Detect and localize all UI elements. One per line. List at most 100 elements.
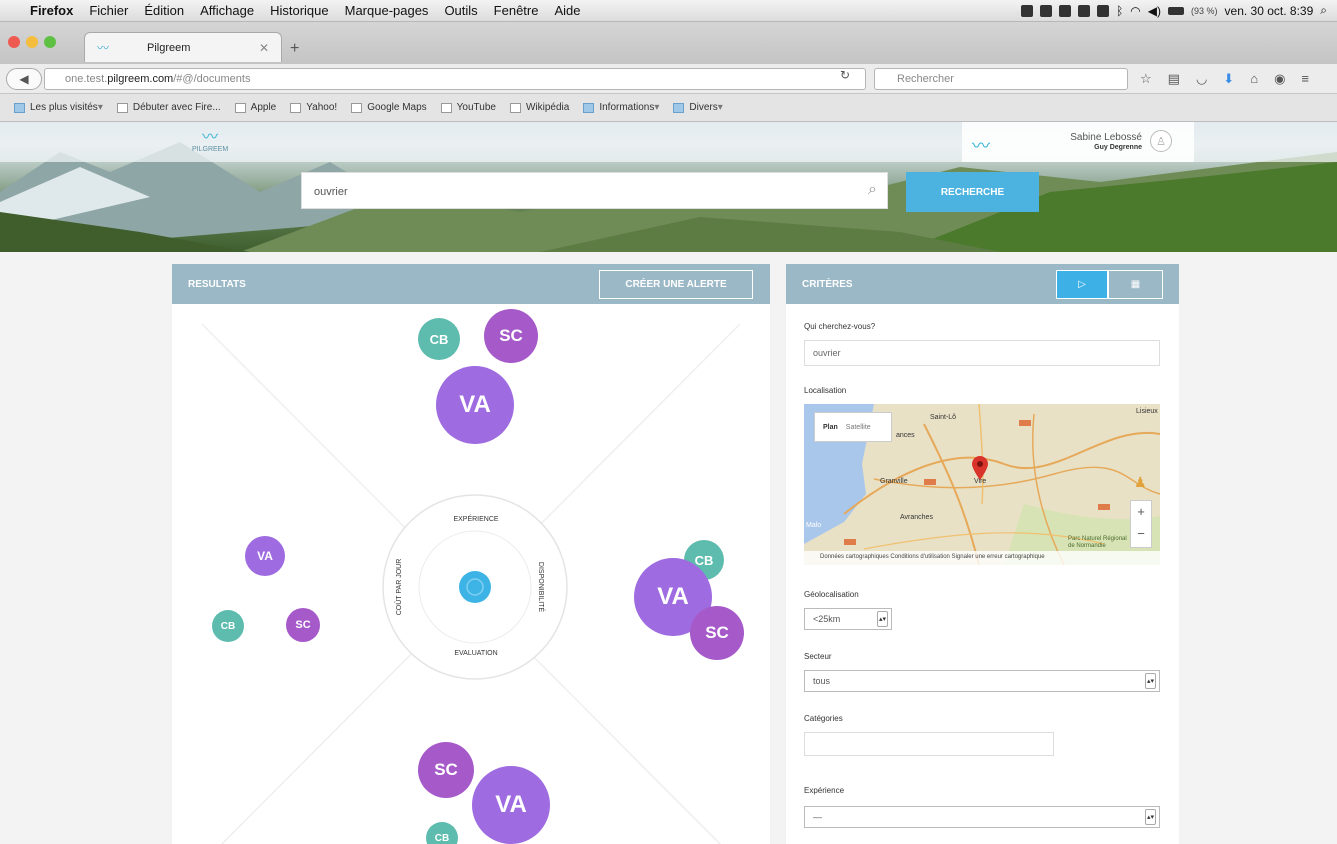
reload-icon[interactable]: ↻ bbox=[840, 68, 850, 82]
categories-input[interactable] bbox=[804, 732, 1054, 756]
bookmark-item[interactable]: Yahoo! bbox=[290, 102, 337, 113]
bubble-sc-left[interactable]: SC bbox=[286, 608, 320, 642]
menu-fichier[interactable]: Fichier bbox=[89, 3, 128, 18]
geoloc-select[interactable]: <25km ▴▾ bbox=[804, 608, 892, 630]
who-input[interactable]: ouvrier bbox=[804, 340, 1160, 366]
experience-select[interactable]: — ▴▾ bbox=[804, 806, 1160, 828]
pocket-icon[interactable]: ◡ bbox=[1196, 71, 1207, 87]
hamburger-menu-icon[interactable]: ≡ bbox=[1301, 71, 1309, 87]
window-zoom-button[interactable] bbox=[44, 36, 56, 48]
browser-search-field[interactable]: Rechercher bbox=[874, 68, 1128, 90]
bubble-cb-left[interactable]: CB bbox=[212, 610, 244, 642]
bookmark-item[interactable]: Divers ▾ bbox=[673, 102, 723, 113]
tab-close-icon[interactable]: ✕ bbox=[259, 41, 269, 55]
search-button[interactable]: RECHERCHE bbox=[906, 172, 1039, 212]
browser-tab-pilgreem[interactable]: 〰 Pilgreem ✕ bbox=[84, 32, 282, 62]
bookmark-page-icon bbox=[351, 102, 363, 113]
spotlight-search-icon[interactable]: ⌕ bbox=[1320, 3, 1327, 18]
tab-title: Pilgreem bbox=[147, 41, 191, 54]
user-avatar-icon[interactable]: ♙ bbox=[1150, 130, 1172, 152]
bookmark-label: Yahoo! bbox=[306, 102, 338, 113]
browser-search-placeholder: Rechercher bbox=[897, 73, 954, 85]
sector-label: Secteur bbox=[804, 652, 832, 661]
bookmark-label: YouTube bbox=[456, 102, 496, 113]
map-satellite-button[interactable]: Satellite bbox=[846, 424, 871, 431]
bookmark-item[interactable]: Apple bbox=[234, 102, 276, 113]
window-minimize-button[interactable] bbox=[26, 36, 38, 48]
user-box[interactable]: 〰 Sabine Lebossé Guy Degrenne ♙ bbox=[962, 122, 1194, 162]
bubble-cb-top[interactable]: CB bbox=[418, 318, 460, 360]
window-close-button[interactable] bbox=[8, 36, 20, 48]
reading-list-icon[interactable]: ▤ bbox=[1168, 71, 1180, 87]
menubar-clock[interactable]: ven. 30 oct. 8:39 bbox=[1225, 4, 1314, 18]
main-search-input[interactable]: ouvrier ⌕ bbox=[301, 172, 888, 209]
bookmark-item[interactable]: Les plus visités ▾ bbox=[14, 102, 103, 113]
menu-aide[interactable]: Aide bbox=[554, 3, 580, 18]
pilgreem-logo[interactable]: 〰 PILGREEM bbox=[192, 130, 228, 154]
bubble-va-left[interactable]: VA bbox=[245, 536, 285, 576]
battery-icon[interactable] bbox=[1168, 6, 1185, 15]
bookmark-label: Google Maps bbox=[367, 102, 427, 113]
menu-fenetre[interactable]: Fenêtre bbox=[494, 3, 539, 18]
status-shield-icon[interactable] bbox=[1040, 4, 1053, 17]
bookmark-label: Les plus visités bbox=[30, 102, 98, 113]
bookmarks-toolbar: Les plus visités ▾ Débuter avec Fire... Ap… bbox=[0, 94, 1337, 122]
results-title: RESULTATS bbox=[188, 278, 246, 290]
wifi-icon[interactable]: ◠ bbox=[1130, 4, 1140, 18]
bluetooth-icon[interactable]: ᛒ bbox=[1116, 4, 1123, 18]
geoloc-label: Géolocalisation bbox=[804, 590, 859, 599]
results-radar: EXPÉRIENCE EVALUATION COÛT PAR JOUR DISP… bbox=[172, 304, 770, 844]
download-icon[interactable]: ⬇ bbox=[1223, 71, 1234, 87]
menu-affichage[interactable]: Affichage bbox=[200, 3, 254, 18]
location-label: Localisation bbox=[804, 386, 847, 395]
map-zoom-out-button[interactable]: − bbox=[1131, 523, 1151, 545]
new-tab-icon[interactable]: + bbox=[290, 40, 299, 58]
search-magnifier-icon[interactable]: ⌕ bbox=[868, 181, 877, 199]
bubble-va-top[interactable]: VA bbox=[436, 366, 514, 444]
criteria-panel: CRITÈRES ▷ ▦ Qui cherchez-vous? ouvrier … bbox=[786, 264, 1179, 844]
bookmark-page-icon bbox=[440, 102, 452, 113]
browser-toolbar-icons: ☆ ▤ ◡ ⬇ ⌂ ◉ ≡ bbox=[1140, 71, 1309, 87]
back-button[interactable]: ◀ bbox=[6, 68, 42, 90]
geoloc-value: <25km bbox=[813, 614, 841, 624]
menu-historique[interactable]: Historique bbox=[270, 3, 329, 18]
menu-firefox[interactable]: Firefox bbox=[30, 3, 73, 18]
map-plan-button[interactable]: Plan bbox=[823, 424, 838, 431]
menu-edition[interactable]: Édition bbox=[144, 3, 184, 18]
browser-navigation-bar: ◀ one.test.pilgreem.com/#@/documents ↻ R… bbox=[0, 64, 1337, 94]
bubble-sc-bottom[interactable]: SC bbox=[418, 742, 474, 798]
url-bar[interactable]: one.test.pilgreem.com/#@/documents bbox=[44, 68, 866, 90]
menu-marque-pages[interactable]: Marque-pages bbox=[345, 3, 429, 18]
bookmark-item[interactable]: Informations ▾ bbox=[583, 102, 659, 113]
bookmark-star-icon[interactable]: ☆ bbox=[1140, 71, 1152, 87]
chat-icon[interactable]: ◉ bbox=[1274, 71, 1285, 87]
bookmark-item[interactable]: YouTube bbox=[440, 102, 496, 113]
map-zoom-in-button[interactable]: + bbox=[1131, 501, 1151, 523]
hero-banner: 〰 PILGREEM 〰 Sabine Lebossé Guy Degrenne… bbox=[0, 122, 1337, 252]
bookmark-item[interactable]: Wikipédia bbox=[509, 102, 569, 113]
chevron-down-icon: ▾ bbox=[97, 102, 103, 113]
status-drive-icon[interactable] bbox=[1059, 4, 1072, 17]
status-app-icon[interactable] bbox=[1021, 4, 1034, 17]
menu-outils[interactable]: Outils bbox=[444, 3, 477, 18]
volume-icon[interactable]: ◀) bbox=[1148, 4, 1161, 18]
bubble-sc-right[interactable]: SC bbox=[690, 606, 744, 660]
map-marker-icon[interactable] bbox=[972, 456, 988, 480]
bookmark-item[interactable]: Débuter avec Fire... bbox=[116, 102, 221, 113]
battery-percent: (93 %) bbox=[1191, 5, 1218, 16]
create-alert-button[interactable]: CRÉER UNE ALERTE bbox=[599, 270, 753, 299]
home-icon[interactable]: ⌂ bbox=[1250, 71, 1258, 87]
bubble-va-bottom[interactable]: VA bbox=[472, 766, 550, 844]
bookmark-item[interactable]: Google Maps bbox=[351, 102, 427, 113]
status-display-icon[interactable] bbox=[1097, 4, 1110, 17]
bubble-sc-top[interactable]: SC bbox=[484, 309, 538, 363]
toggle-list-button[interactable]: ▦ bbox=[1108, 270, 1163, 299]
categories-label: Catégories bbox=[804, 714, 843, 723]
map-pegman-icon[interactable]: ♟ bbox=[1134, 474, 1147, 491]
toggle-graph-button[interactable]: ▷ bbox=[1056, 270, 1108, 299]
sector-select[interactable]: tous ▴▾ bbox=[804, 670, 1160, 692]
main-search-value: ouvrier bbox=[314, 186, 348, 198]
location-map[interactable]: Plan Satellite Saint-Lô Granville Vire A… bbox=[804, 404, 1160, 565]
status-sync-icon[interactable] bbox=[1078, 4, 1091, 17]
map-zoom-control: + − bbox=[1130, 500, 1152, 548]
